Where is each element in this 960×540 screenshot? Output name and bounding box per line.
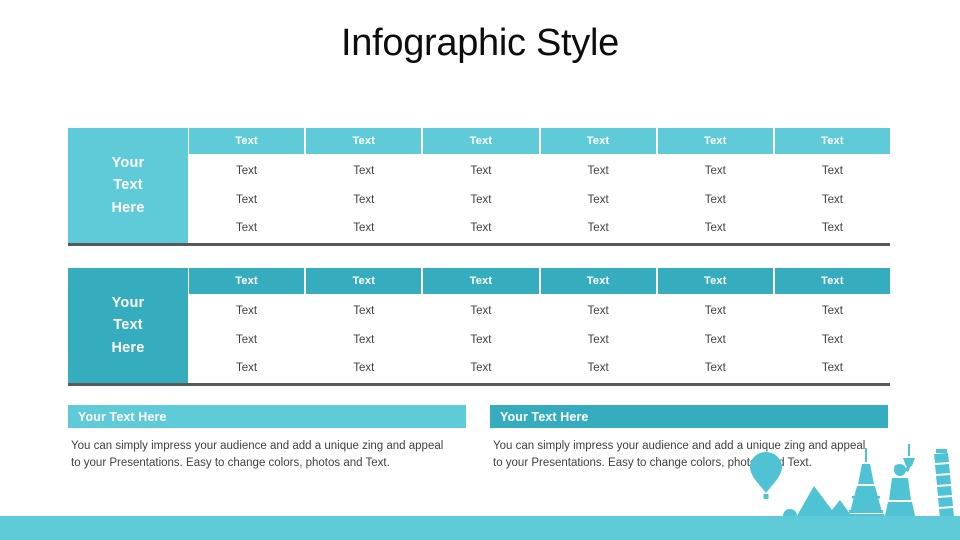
table-1-cell-r3c5: Text bbox=[704, 222, 726, 235]
bottom-accent-bar bbox=[0, 516, 960, 540]
table-2-body: Text Text Text Text Text Text Text Text … bbox=[189, 294, 890, 383]
table-2-cell-r3c1: Text bbox=[236, 362, 258, 375]
infographic-table-1: Your Text Here Text Text Text Text Text Te… bbox=[68, 128, 891, 246]
side-label-line: Your Text Here bbox=[111, 294, 145, 356]
table-1-cell-r3c3: Text bbox=[470, 222, 492, 235]
table-2-cell-r1c2: Text bbox=[353, 305, 375, 317]
table-2-cell-r1c1: Text bbox=[236, 305, 258, 317]
table-2-header-cell-4[interactable]: Text bbox=[540, 268, 656, 294]
table-1-cell-r2c6: Text bbox=[821, 193, 843, 206]
table-1-cell-r2c5: Text bbox=[704, 193, 726, 206]
table-2-header-cell-1[interactable]: Text bbox=[189, 268, 305, 294]
note-left-heading: Your Text Here bbox=[68, 405, 466, 428]
table-1-cell-r3c4: Text bbox=[587, 222, 609, 235]
table-1-cell-r2c4: Text bbox=[587, 193, 609, 206]
table-1-header-cell-5[interactable]: Text bbox=[657, 128, 773, 154]
table-1-header-cell-3[interactable]: Text bbox=[423, 128, 539, 154]
table-1-cell-r3c2: Text bbox=[353, 222, 375, 235]
table-2-cell-r1c3: Text bbox=[470, 305, 492, 317]
table-2-cell-r2c4: Text bbox=[587, 333, 609, 346]
table-2-grid: Text Text Text Text Text Text Text Text … bbox=[189, 268, 891, 383]
table-1-cell-r2c2: Text bbox=[353, 193, 375, 206]
table-2-cell-r2c3: Text bbox=[470, 333, 492, 346]
infographic-table-2: Your Text Here Text Text Text Text Text Te… bbox=[68, 268, 891, 386]
table-1-cell-r3c6: Text bbox=[821, 222, 843, 235]
table-2-side-label: Your Text Here bbox=[68, 268, 188, 383]
table-2-header-cell-2[interactable]: Text bbox=[306, 268, 422, 294]
table-2-header-cell-6[interactable]: Text bbox=[774, 268, 891, 294]
note-right-heading: Your Text Here bbox=[490, 405, 888, 428]
table-1-cell-r2c1: Text bbox=[236, 193, 258, 206]
note-right-body: You can simply impress your audience and… bbox=[493, 440, 866, 470]
table-1-cell-r1c1: Text bbox=[236, 165, 258, 177]
table-1-header-row: Text Text Text Text Text Text bbox=[189, 128, 891, 154]
table-row: Text Text Text Text Text Text bbox=[189, 194, 890, 207]
table-1-cell-r1c2: Text bbox=[353, 165, 375, 177]
table-2-header-row: Text Text Text Text Text Text bbox=[189, 268, 891, 294]
note-left-body: You can simply impress your audience and… bbox=[71, 440, 444, 470]
table-inner: Your Text Here Text Text Text Text Text Te… bbox=[68, 128, 891, 243]
table-2-cell-r3c4: Text bbox=[587, 362, 609, 375]
table-1-header-cell-6[interactable]: Text bbox=[774, 128, 891, 154]
table-1-header-cell-2[interactable]: Text bbox=[306, 128, 422, 154]
side-label-line: Your Text Here bbox=[111, 154, 145, 216]
table-1-header-cell-1[interactable]: Text bbox=[189, 128, 305, 154]
table-row: Text Text Text Text Text Text bbox=[189, 165, 890, 178]
table-1-cell-r2c3: Text bbox=[470, 193, 492, 206]
table-2-cell-r2c5: Text bbox=[704, 333, 726, 346]
table-1-side-label: Your Text Here bbox=[68, 128, 188, 243]
table-1-cell-r1c6: Text bbox=[821, 165, 843, 177]
table-2-cell-r1c4: Text bbox=[587, 305, 609, 317]
table-row: Text Text Text Text Text Text bbox=[189, 362, 890, 375]
table-2-cell-r2c1: Text bbox=[236, 333, 258, 346]
table-2-bottom-rule bbox=[68, 383, 890, 386]
table-2-cell-r2c6: Text bbox=[821, 333, 843, 346]
table-2-cell-r3c3: Text bbox=[470, 362, 492, 375]
table-2-header-cell-3[interactable]: Text bbox=[423, 268, 539, 294]
table-1-header-cell-4[interactable]: Text bbox=[540, 128, 656, 154]
table-2-cell-r3c2: Text bbox=[353, 362, 375, 375]
table-2-cell-r3c5: Text bbox=[704, 362, 726, 375]
table-2-header-cell-5[interactable]: Text bbox=[657, 268, 773, 294]
table-1-body: Text Text Text Text Text Text Text Text … bbox=[189, 154, 890, 243]
table-inner: Your Text Here Text Text Text Text Text Te… bbox=[68, 268, 891, 383]
table-1-cell-r1c5: Text bbox=[704, 165, 726, 177]
table-2-cell-r2c2: Text bbox=[353, 333, 375, 346]
table-1-bottom-rule bbox=[68, 243, 890, 246]
table-row: Text Text Text Text Text Text bbox=[189, 305, 890, 318]
table-row: Text Text Text Text Text Text bbox=[189, 334, 890, 347]
table-1-cell-r1c3: Text bbox=[470, 165, 492, 177]
page-title: Infographic Style bbox=[341, 22, 619, 64]
note-card-left: Your Text Here You can simply impress yo… bbox=[68, 405, 466, 473]
table-2-cell-r1c6: Text bbox=[821, 305, 843, 317]
table-row: Text Text Text Text Text Text bbox=[189, 222, 890, 235]
table-2-cell-r3c6: Text bbox=[821, 362, 843, 375]
note-card-right: Your Text Here You can simply impress yo… bbox=[490, 405, 888, 473]
table-1-cell-r3c1: Text bbox=[236, 222, 258, 235]
table-2-cell-r1c5: Text bbox=[704, 305, 726, 317]
table-1-cell-r1c4: Text bbox=[587, 165, 609, 177]
table-1-grid: Text Text Text Text Text Text Text Text … bbox=[189, 128, 891, 243]
